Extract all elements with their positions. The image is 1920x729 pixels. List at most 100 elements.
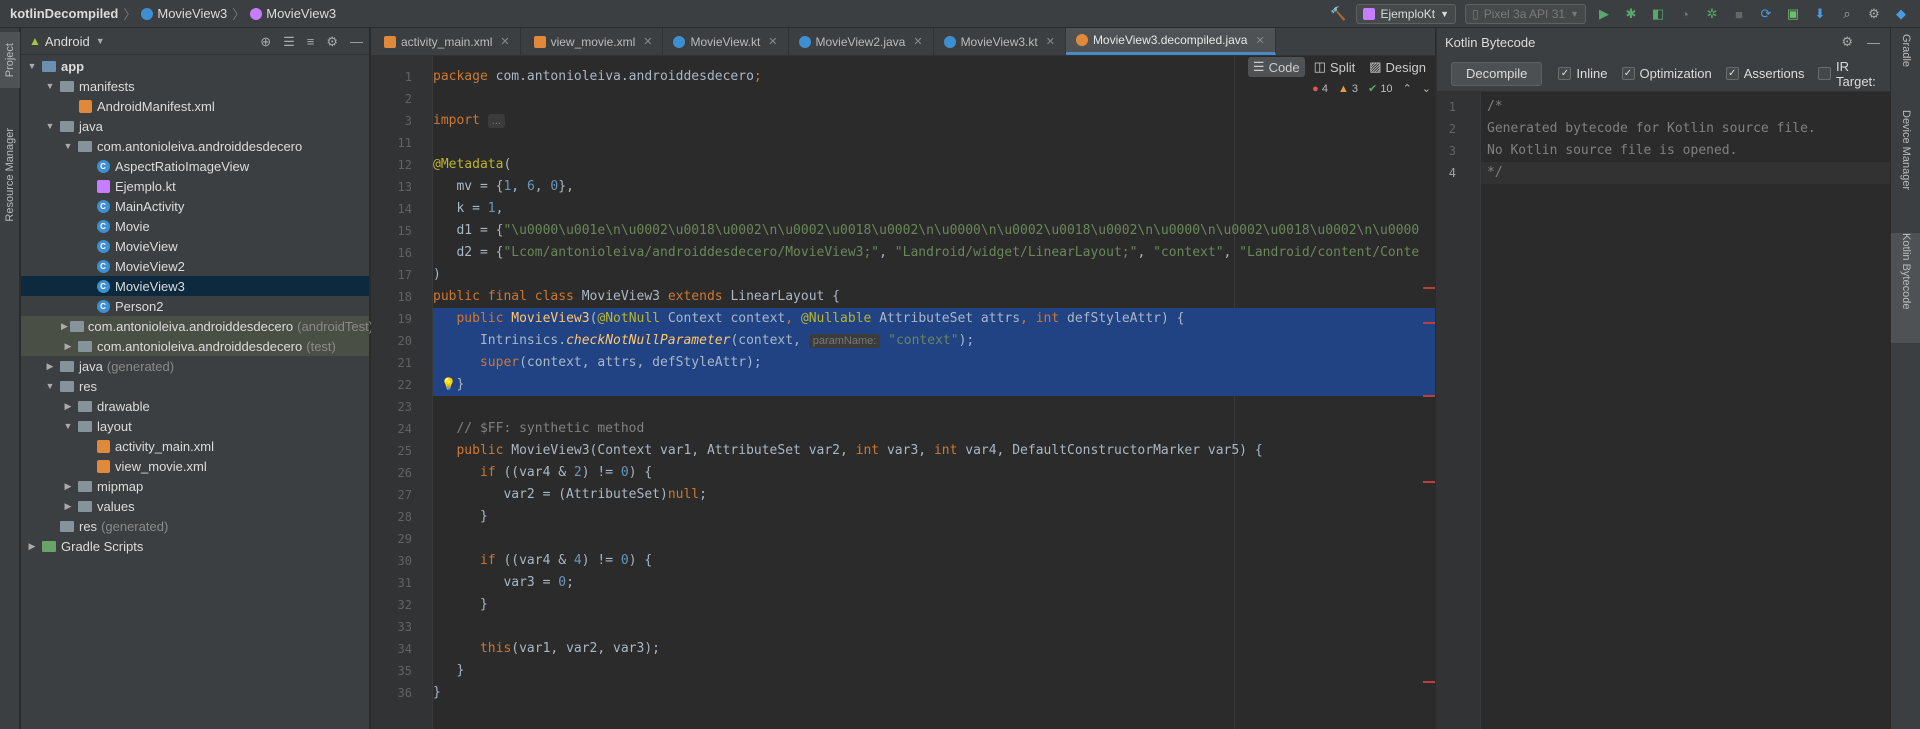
- inspection-widget[interactable]: ● 4 ▲ 3 ✔ 10 ⌃ ⌄: [1312, 82, 1431, 96]
- decompile-button[interactable]: Decompile: [1451, 61, 1543, 86]
- checked-checkbox-icon[interactable]: ✓: [1725, 67, 1739, 80]
- tree-item[interactable]: ▼ manifests: [21, 76, 369, 96]
- editor-tab[interactable]: activity_main.xml ✕: [371, 28, 521, 55]
- chevron-right-icon[interactable]: ▶: [61, 481, 75, 492]
- intention-bulb-icon[interactable]: 💡: [441, 377, 456, 391]
- editor-tab[interactable]: MovieView3.decompiled.java ✕: [1065, 28, 1276, 55]
- editor-tab[interactable]: view_movie.xml ✕: [521, 28, 664, 55]
- apply-changes-icon[interactable]: ✲: [1703, 5, 1721, 23]
- split-mode-button[interactable]: ◫ Split: [1309, 57, 1361, 77]
- unchecked-checkbox-icon[interactable]: [1818, 67, 1832, 80]
- next-highlight-icon[interactable]: ⌄: [1422, 82, 1431, 95]
- chevron-right-icon[interactable]: ▶: [61, 501, 75, 512]
- tree-item[interactable]: view_movie.xml: [21, 456, 369, 476]
- chevron-down-icon[interactable]: ▼: [61, 141, 75, 151]
- tree-item[interactable]: ▼ java: [21, 116, 369, 136]
- bytecode-line[interactable]: /*: [1487, 96, 1503, 118]
- profile-icon[interactable]: ◔: [1676, 5, 1694, 23]
- code-line[interactable]: }: [433, 682, 441, 704]
- code-line[interactable]: if ((var4 & 4) != 0) {: [433, 550, 652, 572]
- chevron-right-icon[interactable]: ▶: [43, 361, 57, 372]
- build-hammer-icon[interactable]: 🔨: [1329, 5, 1347, 23]
- options-gear-icon[interactable]: ⚙: [1841, 34, 1853, 50]
- tree-item[interactable]: C Person2: [21, 296, 369, 316]
- hide-panel-icon[interactable]: —: [1867, 35, 1880, 50]
- chevron-right-icon[interactable]: ▶: [25, 541, 39, 552]
- code-line[interactable]: }: [433, 594, 488, 616]
- code-line[interactable]: public final class MovieView3 extends Li…: [433, 286, 840, 308]
- error-stripe-mark[interactable]: [1423, 481, 1435, 483]
- run-configuration-select[interactable]: EjemploKt ▼: [1356, 4, 1457, 24]
- bytecode-option-checkbox[interactable]: ✓ Assertions: [1725, 59, 1804, 89]
- tree-item[interactable]: C MovieView2: [21, 256, 369, 276]
- hide-panel-icon[interactable]: —: [350, 34, 363, 49]
- tree-item[interactable]: ▶ java (generated): [21, 356, 369, 376]
- settings-gear-icon[interactable]: ⚙: [1865, 5, 1883, 23]
- chevron-down-icon[interactable]: ▼: [25, 61, 39, 71]
- breadcrumb-member[interactable]: MovieView3: [266, 6, 336, 21]
- breadcrumb-project[interactable]: kotlinDecompiled: [10, 6, 118, 21]
- code-line[interactable]: }: [433, 660, 464, 682]
- tree-item[interactable]: ▶ drawable: [21, 396, 369, 416]
- bytecode-option-checkbox[interactable]: ✓ Inline: [1558, 59, 1608, 89]
- code-line[interactable]: if ((var4 & 2) != 0) {: [433, 462, 652, 484]
- tree-item[interactable]: C MovieView3: [21, 276, 369, 296]
- editor-tab[interactable]: MovieView.kt ✕: [663, 28, 789, 55]
- code-line[interactable]: mv = {1, 6, 0},: [433, 176, 573, 198]
- code-line[interactable]: @Metadata(: [433, 154, 511, 176]
- code-mode-button[interactable]: ☰ Code: [1247, 57, 1305, 77]
- breadcrumb-file[interactable]: MovieView3: [157, 6, 227, 21]
- checked-checkbox-icon[interactable]: ✓: [1621, 67, 1635, 80]
- code-line[interactable]: d2 = {"Lcom/antonioleiva/androiddesdecer…: [433, 242, 1419, 264]
- device-manager-tool-tab[interactable]: Device Manager: [1891, 110, 1920, 210]
- options-gear-icon[interactable]: ⚙: [326, 34, 338, 50]
- tree-item[interactable]: C AspectRatioImageView: [21, 156, 369, 176]
- code-line[interactable]: k = 1,: [433, 198, 503, 220]
- close-icon[interactable]: ✕: [643, 35, 652, 48]
- code-area[interactable]: package com.antonioleiva.androiddesdecer…: [433, 56, 1435, 729]
- error-stripe-mark[interactable]: [1423, 395, 1435, 397]
- close-icon[interactable]: ✕: [500, 35, 509, 48]
- code-line[interactable]: }: [433, 506, 488, 528]
- bytecode-viewer[interactable]: 1 2 3 4 /* Generated bytecode for Kotlin sou…: [1437, 92, 1890, 729]
- error-stripe-mark[interactable]: [1423, 681, 1435, 683]
- tree-item[interactable]: res (generated): [21, 516, 369, 536]
- expand-all-icon[interactable]: ☰: [283, 34, 295, 50]
- tree-item[interactable]: AndroidManifest.xml: [21, 96, 369, 116]
- code-editor[interactable]: 1 2 3 11 12 13 14 15 16 17 18 19 20 21 22 23 24 25 26 27 28 2…: [371, 56, 1435, 729]
- code-line[interactable]: ): [433, 264, 441, 286]
- close-icon[interactable]: ✕: [913, 35, 922, 48]
- code-line[interactable]: public MovieView3(Context var1, Attribut…: [433, 440, 1262, 462]
- tree-item[interactable]: ▶ values: [21, 496, 369, 516]
- tree-item[interactable]: C MainActivity: [21, 196, 369, 216]
- code-line[interactable]: super(context, attrs, defStyleAttr);: [433, 352, 762, 374]
- close-icon[interactable]: ✕: [1046, 35, 1055, 48]
- resource-manager-tool-tab[interactable]: Resource Manager: [0, 110, 20, 240]
- close-icon[interactable]: ✕: [768, 35, 777, 48]
- code-line[interactable]: import ...: [433, 110, 505, 132]
- chevron-right-icon[interactable]: ▶: [61, 321, 68, 332]
- chevron-down-icon[interactable]: ▼: [43, 381, 57, 391]
- tree-item[interactable]: ▼ app: [21, 56, 369, 76]
- debug-icon[interactable]: ✱: [1622, 5, 1640, 23]
- tree-item[interactable]: C MovieView: [21, 236, 369, 256]
- editor-tab[interactable]: MovieView3.kt ✕: [934, 28, 1066, 55]
- tree-item[interactable]: ▶ Gradle Scripts: [21, 536, 369, 556]
- chevron-down-icon[interactable]: ▼: [43, 81, 57, 91]
- error-stripe-mark[interactable]: [1423, 322, 1435, 324]
- chevron-down-icon[interactable]: ▼: [96, 36, 105, 46]
- previous-highlight-icon[interactable]: ⌃: [1403, 82, 1412, 95]
- chevron-right-icon[interactable]: ▶: [61, 401, 75, 412]
- tree-item[interactable]: ▶ mipmap: [21, 476, 369, 496]
- tree-item[interactable]: Ejemplo.kt: [21, 176, 369, 196]
- bytecode-option-checkbox[interactable]: IR Target:: [1818, 59, 1890, 89]
- editor-tab[interactable]: MovieView2.java ✕: [789, 28, 934, 55]
- project-tool-tab[interactable]: Project: [0, 32, 20, 88]
- checked-checkbox-icon[interactable]: ✓: [1558, 67, 1572, 80]
- close-icon[interactable]: ✕: [1255, 34, 1264, 47]
- bytecode-line[interactable]: No Kotlin source file is opened.: [1487, 140, 1737, 162]
- tree-item[interactable]: activity_main.xml: [21, 436, 369, 456]
- bytecode-line[interactable]: Generated bytecode for Kotlin source fil…: [1487, 118, 1816, 140]
- bytecode-line[interactable]: */: [1487, 162, 1503, 184]
- design-mode-button[interactable]: ▨ Design: [1364, 57, 1431, 77]
